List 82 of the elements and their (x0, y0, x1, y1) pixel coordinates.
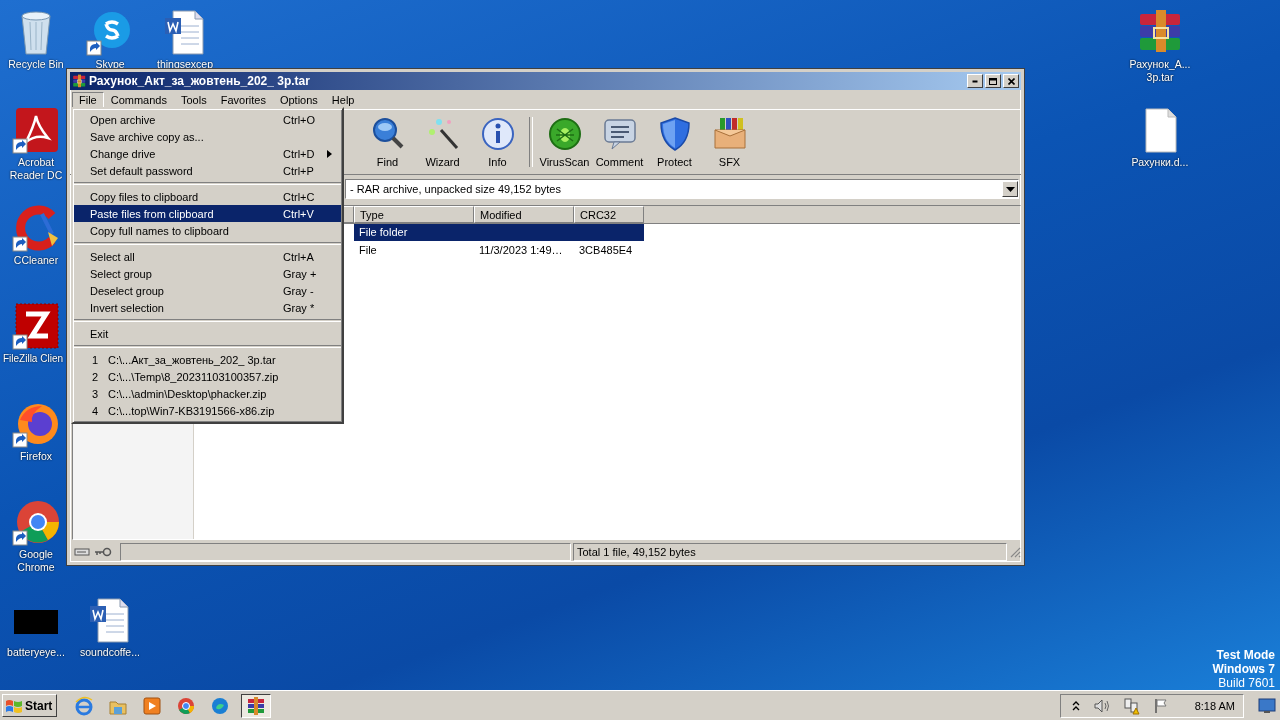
caret-icon (1005, 186, 1015, 192)
bug-icon (546, 116, 583, 152)
menu-item[interactable]: Copy full names to clipboard (74, 222, 341, 239)
flag-icon[interactable] (1152, 697, 1169, 714)
icon-label[interactable]: thingsexcep (156, 58, 213, 71)
toolbar-button[interactable]: Info (470, 112, 525, 172)
minimize-icon (972, 79, 978, 83)
minimize-button[interactable] (967, 74, 983, 88)
menu-item[interactable]: Change drive Ctrl+D (74, 145, 341, 162)
media-player-icon (142, 695, 163, 716)
archive-books-icon (246, 695, 267, 716)
window-title: Рахунок_Акт_за_жовтень_202_ 3p.tar (89, 74, 310, 88)
chevron-up-icon[interactable] (1070, 699, 1081, 712)
menu-item[interactable]: Set default password Ctrl+P (74, 162, 341, 179)
recent-file-item[interactable]: 1 C:\...Акт_за_жовтень_202_ 3p.tar (74, 351, 341, 368)
menu-item[interactable]: Invert selection Gray * (74, 299, 341, 316)
close-button[interactable] (1003, 74, 1019, 88)
menu-item[interactable]: Options (272, 91, 325, 108)
filezilla-icon[interactable] (12, 302, 60, 350)
toolbar-button[interactable]: VirusScan (537, 112, 592, 172)
speech-bubble-icon (601, 116, 638, 152)
menu-item[interactable]: Commands (103, 91, 174, 108)
toolbar-button[interactable]: Protect (647, 112, 702, 172)
chrome-icon (176, 695, 197, 716)
menu-item[interactable]: Exit (74, 325, 341, 342)
column-header[interactable]: Modified (474, 206, 574, 223)
toolbar-button[interactable]: Comment (592, 112, 647, 172)
network-warning-icon[interactable] (1122, 696, 1141, 715)
icon-label[interactable]: CCleaner (13, 254, 59, 267)
box-icon (711, 116, 748, 152)
close-icon (1007, 77, 1015, 85)
dropdown-button[interactable] (1002, 181, 1018, 197)
icon-label[interactable]: Acrobat Reader DC (4, 156, 68, 182)
toolbar-button[interactable]: SFX (702, 112, 757, 172)
menu-item[interactable]: Tools (174, 91, 214, 108)
archive-books-icon (72, 74, 86, 88)
toolbar-button[interactable]: Wizard (415, 112, 470, 172)
resize-grip-icon[interactable] (1009, 546, 1021, 558)
icon-label[interactable]: Рахунки.d... (1131, 156, 1189, 169)
icon-label[interactable]: FileZilla Clien (3, 352, 63, 365)
column-header[interactable]: Type (354, 206, 474, 223)
edge-icon (210, 695, 231, 716)
menu-item[interactable]: Deselect group Gray - (74, 282, 341, 299)
clock[interactable]: 8:18 AM (1194, 699, 1235, 712)
browser-e-icon (74, 695, 95, 716)
address-field[interactable]: - RAR archive, unpacked size 49,152 bytes (345, 179, 1019, 199)
icon-label[interactable]: soundcoffe... (80, 646, 140, 659)
maximize-button[interactable] (985, 74, 1001, 88)
show-desktop-icon[interactable] (1258, 697, 1276, 714)
recent-file-item[interactable]: 3 C:\...\admin\Desktop\phacker.zip (74, 385, 341, 402)
menu-item[interactable]: Help (324, 91, 362, 108)
status-text: Total 1 file, 49,152 bytes (573, 543, 1007, 561)
ccleaner-icon[interactable] (12, 204, 60, 252)
column-header[interactable]: CRC32 (574, 206, 644, 223)
menu-item[interactable]: Select all Ctrl+A (74, 248, 341, 265)
drive-icon[interactable] (74, 547, 90, 557)
system-watermark-text: Test Mode (1216, 648, 1275, 662)
chrome-icon[interactable] (12, 498, 60, 546)
menu-item[interactable]: Copy files to clipboard Ctrl+C (74, 188, 341, 205)
key-icon[interactable] (94, 547, 112, 557)
system-watermark-text: Windows 7 (1212, 662, 1275, 676)
start-button[interactable]: Start (2, 694, 58, 717)
menu-item[interactable]: Paste files from clipboard Ctrl+V (74, 205, 341, 222)
icon-label[interactable]: Recycle Bin (8, 58, 64, 71)
menu-item[interactable]: Open archive Ctrl+O (74, 111, 341, 128)
speaker-icon[interactable] (1092, 697, 1111, 714)
icon-label[interactable]: Google Chrome (4, 548, 68, 574)
windows-logo-icon (5, 697, 23, 714)
icon-label[interactable]: Firefox (19, 450, 53, 463)
icon-label[interactable]: Рахунок_А... 3p.tar (1128, 58, 1192, 84)
toolbar-button[interactable]: Find (360, 112, 415, 172)
menu-item[interactable]: Save archive copy as... (74, 128, 341, 145)
pdf-icon[interactable] (12, 106, 60, 154)
menu-item[interactable]: Select group Gray + (74, 265, 341, 282)
icon-label[interactable]: batteryeye... (7, 646, 65, 659)
taskbar-button[interactable] (241, 693, 272, 718)
info-icon (479, 116, 516, 152)
recent-file-item[interactable]: 2 C:\...\Temp\8_20231103100357.zip (74, 368, 341, 385)
maximize-icon (989, 77, 997, 85)
recent-file-item[interactable]: 4 C:\...top\Win7-KB3191566-x86.zip (74, 402, 341, 419)
menu-item[interactable]: Favorites (213, 91, 273, 108)
system-watermark-text: Build 7601 (1218, 676, 1275, 690)
